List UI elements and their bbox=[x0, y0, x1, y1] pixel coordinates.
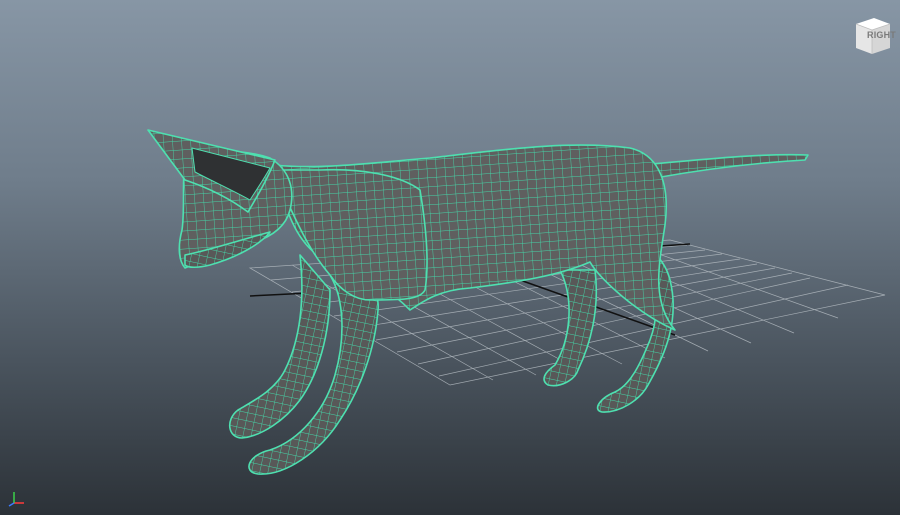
scene-canvas[interactable] bbox=[0, 0, 900, 515]
view-cube[interactable]: RIGHT bbox=[850, 14, 896, 58]
cat-mesh[interactable] bbox=[147, 129, 809, 475]
cat-tail bbox=[639, 153, 809, 179]
cat-chest bbox=[269, 168, 428, 301]
xyz-axis-icon bbox=[6, 489, 28, 507]
3d-viewport[interactable]: RIGHT bbox=[0, 0, 900, 515]
cat-hind-leg-far bbox=[543, 269, 598, 387]
cat-front-leg-far bbox=[229, 254, 331, 439]
grid-axis-x-far bbox=[659, 243, 691, 247]
view-cube-face-label: RIGHT bbox=[867, 30, 896, 40]
